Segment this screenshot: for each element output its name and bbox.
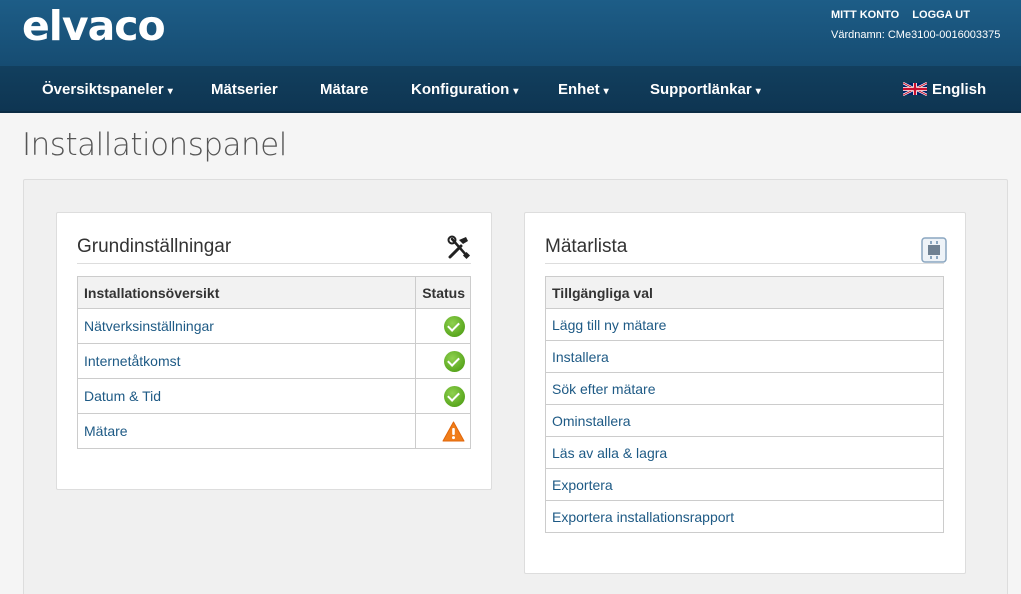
add-new-meter-link[interactable]: Lägg till ny mätare xyxy=(545,308,944,341)
caret-down-icon: ▾ xyxy=(167,86,173,97)
elvaco-logo[interactable]: elvaco xyxy=(22,2,166,50)
hostname-label: Värdnamn: CMe3100-0016003375 xyxy=(831,29,1001,41)
nav-label: Mätserier xyxy=(211,81,278,98)
network-settings-link[interactable]: Nätverksinställningar xyxy=(76,308,417,344)
export-link[interactable]: Exportera xyxy=(545,468,944,501)
table-row: Mätare xyxy=(76,413,471,449)
available-options-table: Tillgängliga val Lägg till ny mätare Ins… xyxy=(545,276,944,533)
warning-icon xyxy=(442,421,465,441)
table-row: Exportera xyxy=(545,468,944,501)
table-row: Sök efter mätare xyxy=(545,372,944,405)
table-row: Datum & Tid xyxy=(76,378,471,414)
meter-list-card: Mätarlista Tillgängliga val Lägg till ny… xyxy=(524,212,966,574)
nav-label: Översiktspaneler xyxy=(42,81,164,98)
table-row: Ominstallera xyxy=(545,404,944,437)
install-link[interactable]: Installera xyxy=(545,340,944,373)
table-row: Lägg till ny mätare xyxy=(545,308,944,341)
nav-meters[interactable]: Mätare xyxy=(320,66,368,113)
internet-access-link[interactable]: Internetåtkomst xyxy=(76,343,417,379)
export-installation-report-link[interactable]: Exportera installationsrapport xyxy=(545,500,944,533)
column-header-available-options: Tillgängliga val xyxy=(545,276,944,309)
card-title: Grundinställningar xyxy=(77,236,232,257)
table-header-row: Installationsöversikt Status xyxy=(76,276,471,309)
table-row: Exportera installationsrapport xyxy=(545,500,944,533)
installation-overview-table: Installationsöversikt Status Nätverksins… xyxy=(76,276,471,449)
nav-configuration[interactable]: Konfiguration ▾ xyxy=(411,66,518,113)
status-cell xyxy=(415,343,471,379)
table-row: Nätverksinställningar xyxy=(76,308,471,344)
logout-link[interactable]: LOGGA UT xyxy=(912,9,970,21)
nav-label: Konfiguration xyxy=(411,81,510,98)
language-selector[interactable]: English xyxy=(903,66,986,113)
table-row: Läs av alla & lagra xyxy=(545,436,944,469)
nav-meter-series[interactable]: Mätserier xyxy=(211,66,278,113)
column-header-status: Status xyxy=(415,276,471,309)
card-divider xyxy=(545,263,944,264)
date-time-link[interactable]: Datum & Tid xyxy=(76,378,417,414)
language-label: English xyxy=(932,81,987,98)
ok-check-icon xyxy=(444,350,465,372)
search-meters-link[interactable]: Sök efter mätare xyxy=(545,372,944,405)
page-title: Installationspanel xyxy=(22,127,287,163)
nav-support-links[interactable]: Supportlänkar ▾ xyxy=(650,66,761,113)
ok-check-icon xyxy=(444,315,465,337)
main-navbar: Översiktspaneler ▾ Mätserier Mätare Konfi… xyxy=(0,66,1021,113)
ok-check-icon xyxy=(444,385,465,407)
status-cell xyxy=(415,413,471,449)
nav-overview-panels[interactable]: Översiktspaneler ▾ xyxy=(42,66,173,113)
basic-settings-card: Grundinställningar Installationsöversikt… xyxy=(56,212,492,490)
my-account-link[interactable]: MITT KONTO xyxy=(831,9,899,21)
nav-label: Enhet xyxy=(558,81,600,98)
caret-down-icon: ▾ xyxy=(513,86,519,97)
meter-icon xyxy=(921,237,947,263)
card-title: Mätarlista xyxy=(545,236,628,257)
column-header-overview: Installationsöversikt xyxy=(76,276,417,309)
tools-icon xyxy=(447,235,471,260)
nav-device[interactable]: Enhet ▾ xyxy=(558,66,609,113)
nav-label: Mätare xyxy=(320,81,369,98)
caret-down-icon: ▾ xyxy=(603,86,609,97)
account-links: MITT KONTO LOGGA UT xyxy=(831,9,980,21)
meters-link[interactable]: Mätare xyxy=(76,413,417,449)
read-all-store-link[interactable]: Läs av alla & lagra xyxy=(545,436,944,469)
caret-down-icon: ▾ xyxy=(755,86,761,97)
status-cell xyxy=(415,308,471,344)
table-row: Installera xyxy=(545,340,944,373)
nav-label: Supportlänkar xyxy=(650,81,752,98)
uk-flag-icon xyxy=(903,82,927,96)
card-divider xyxy=(77,263,471,264)
table-header-row: Tillgängliga val xyxy=(545,276,944,309)
top-header: elvaco MITT KONTO LOGGA UT Värdnamn: CMe… xyxy=(0,0,1021,66)
reinstall-link[interactable]: Ominstallera xyxy=(545,404,944,437)
status-cell xyxy=(415,378,471,414)
table-row: Internetåtkomst xyxy=(76,343,471,379)
